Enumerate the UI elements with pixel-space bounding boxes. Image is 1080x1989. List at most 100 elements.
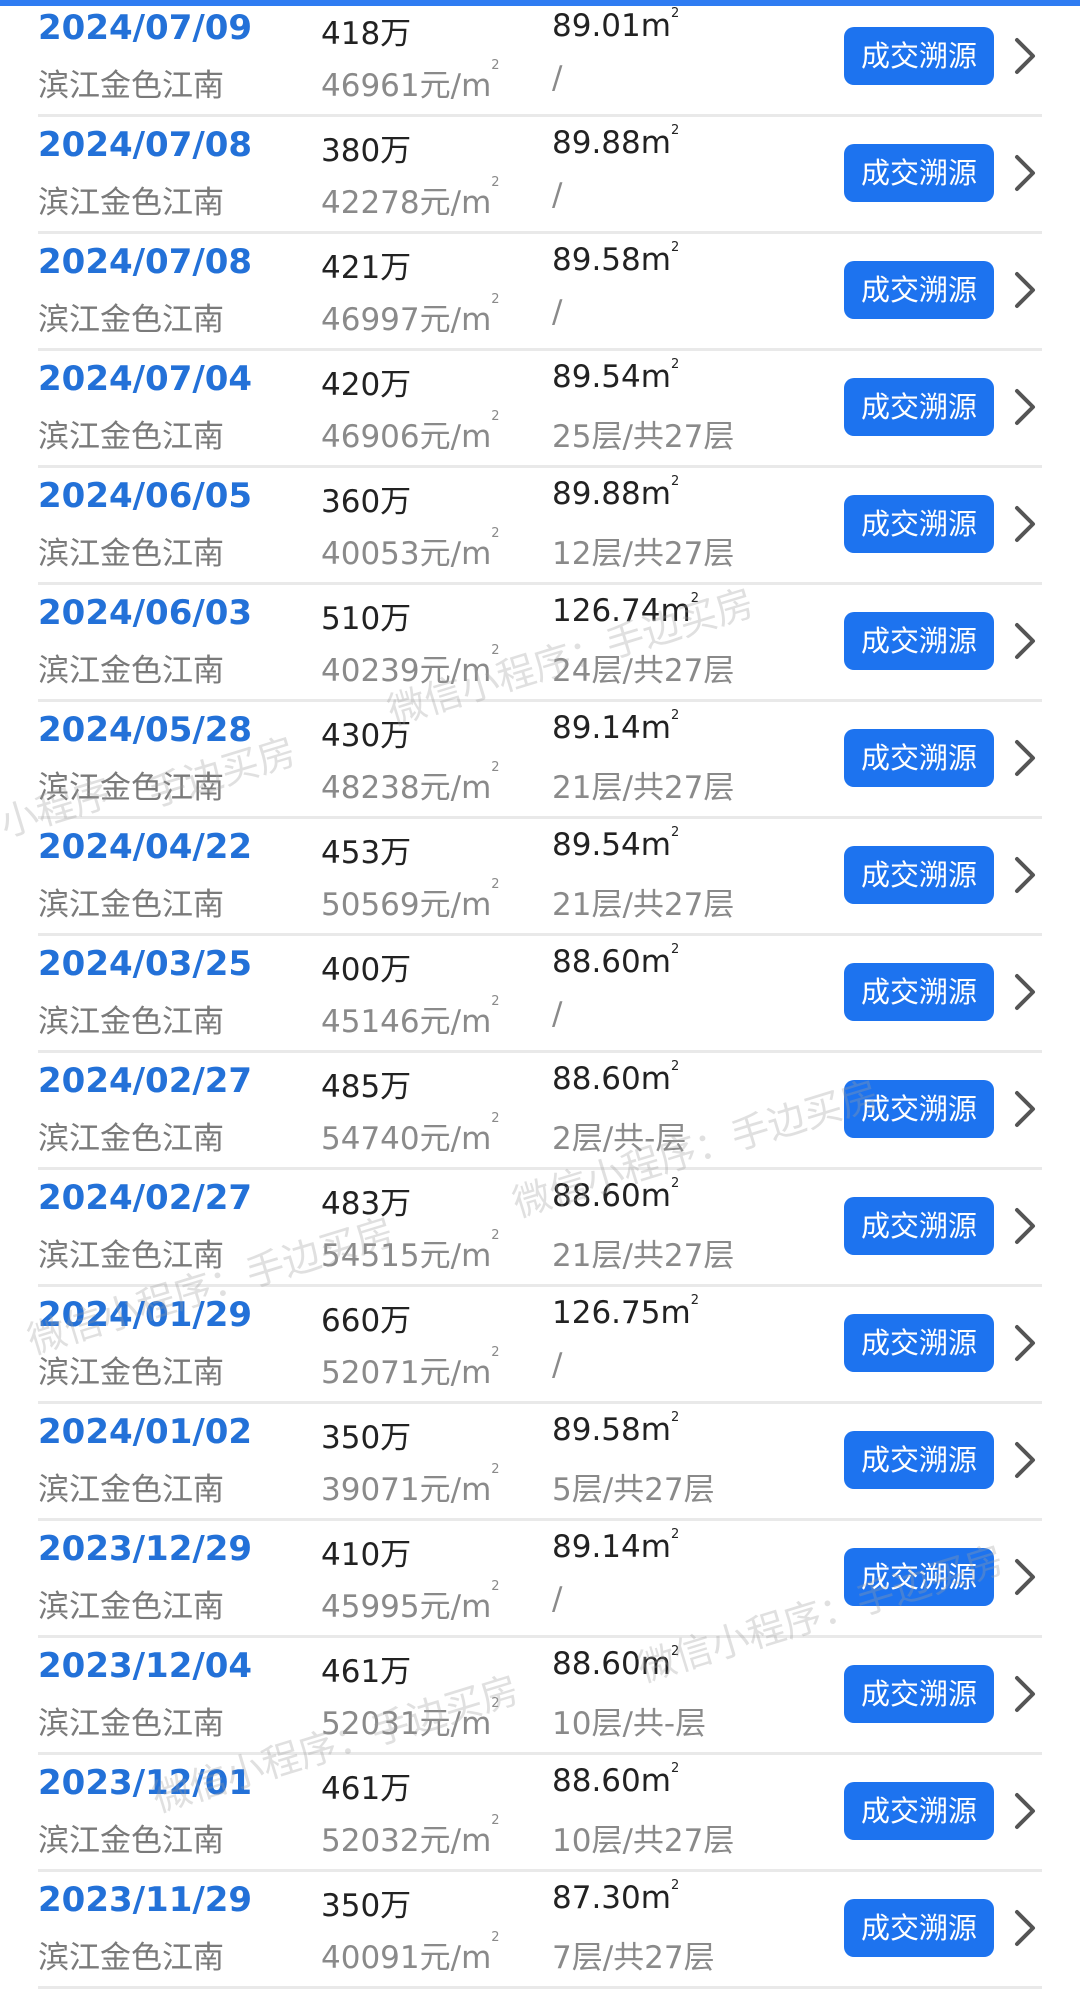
chevron-right-icon[interactable] (1010, 1204, 1040, 1248)
transaction-row[interactable]: 2024/07/08 滨江金色江南 421万 46997元/m2 89.58m2… (38, 234, 1042, 351)
floor-info: 10层/共-层 (552, 1706, 707, 1742)
transaction-row[interactable]: 2024/06/03 滨江金色江南 510万 40239元/m2 126.74m… (38, 585, 1042, 702)
chevron-right-icon[interactable] (1010, 853, 1040, 897)
community-name: 滨江金色江南 (38, 1472, 224, 1508)
floor-info: 25层/共27层 (552, 419, 735, 455)
house-area: 89.88m2 (552, 474, 680, 512)
community-name: 滨江金色江南 (38, 302, 224, 338)
trace-deal-button[interactable]: 成交溯源 (844, 1899, 994, 1957)
chevron-right-icon[interactable] (1010, 1087, 1040, 1131)
unit-price: 40091元/m2 (321, 1930, 500, 1976)
trace-deal-button[interactable]: 成交溯源 (844, 144, 994, 202)
trace-deal-button[interactable]: 成交溯源 (844, 1782, 994, 1840)
transaction-row[interactable]: 2023/12/04 滨江金色江南 461万 52031元/m2 88.60m2… (38, 1638, 1042, 1755)
chevron-right-icon[interactable] (1010, 736, 1040, 780)
chevron-right-icon[interactable] (1010, 619, 1040, 663)
total-price: 420万 (321, 367, 412, 403)
transaction-row[interactable]: 2024/01/29 滨江金色江南 660万 52071元/m2 126.75m… (38, 1287, 1042, 1404)
chevron-right-icon[interactable] (1010, 1789, 1040, 1833)
floor-info: 21层/共27层 (552, 770, 735, 806)
trace-deal-button[interactable]: 成交溯源 (844, 378, 994, 436)
house-area: 88.60m2 (552, 1059, 680, 1097)
floor-info: 2层/共-层 (552, 1121, 687, 1157)
unit-price: 46906元/m2 (321, 409, 500, 455)
unit-price: 45995元/m2 (321, 1579, 500, 1625)
unit-price: 52031元/m2 (321, 1696, 500, 1742)
deal-date: 2024/07/08 (38, 125, 253, 165)
community-name: 滨江金色江南 (38, 1121, 224, 1157)
transaction-row[interactable]: 2024/05/28 滨江金色江南 430万 48238元/m2 89.14m2… (38, 702, 1042, 819)
trace-deal-button[interactable]: 成交溯源 (844, 963, 994, 1021)
total-price: 380万 (321, 133, 412, 169)
trace-deal-button[interactable]: 成交溯源 (844, 1197, 994, 1255)
chevron-right-icon[interactable] (1010, 1321, 1040, 1365)
deal-date: 2024/06/03 (38, 593, 253, 633)
transaction-row[interactable]: 2023/12/29 滨江金色江南 410万 45995元/m2 89.14m2… (38, 1521, 1042, 1638)
chevron-right-icon[interactable] (1010, 1906, 1040, 1950)
trace-deal-button[interactable]: 成交溯源 (844, 261, 994, 319)
transaction-row[interactable]: 2024/07/09 滨江金色江南 418万 46961元/m2 89.01m2… (38, 0, 1042, 117)
trace-deal-button[interactable]: 成交溯源 (844, 1665, 994, 1723)
chevron-right-icon[interactable] (1010, 502, 1040, 546)
unit-price: 46997元/m2 (321, 292, 500, 338)
total-price: 421万 (321, 250, 412, 286)
community-name: 滨江金色江南 (38, 419, 224, 455)
transaction-row[interactable]: 2024/02/27 滨江金色江南 483万 54515元/m2 88.60m2… (38, 1170, 1042, 1287)
floor-info: 5层/共27层 (552, 1472, 715, 1508)
transaction-row[interactable]: 2024/07/08 滨江金色江南 380万 42278元/m2 89.88m2… (38, 117, 1042, 234)
deal-date: 2024/01/02 (38, 1412, 253, 1452)
unit-price: 39071元/m2 (321, 1462, 500, 1508)
chevron-right-icon[interactable] (1010, 151, 1040, 195)
chevron-right-icon[interactable] (1010, 385, 1040, 429)
transaction-row[interactable]: 2024/04/22 滨江金色江南 453万 50569元/m2 89.54m2… (38, 819, 1042, 936)
transaction-row[interactable]: 2024/01/02 滨江金色江南 350万 39071元/m2 89.58m2… (38, 1404, 1042, 1521)
transaction-row[interactable]: 2023/12/01 滨江金色江南 461万 52032元/m2 88.60m2… (38, 1755, 1042, 1872)
total-price: 430万 (321, 718, 412, 754)
house-area: 126.75m2 (552, 1293, 699, 1331)
deal-date: 2024/03/25 (38, 944, 253, 984)
total-price: 660万 (321, 1303, 412, 1339)
chevron-right-icon[interactable] (1010, 268, 1040, 312)
transaction-row[interactable]: 2023/11/29 滨江金色江南 350万 40091元/m2 87.30m2… (38, 1872, 1042, 1989)
house-area: 89.88m2 (552, 123, 680, 161)
chevron-right-icon[interactable] (1010, 34, 1040, 78)
house-area: 87.30m2 (552, 1878, 680, 1916)
community-name: 滨江金色江南 (38, 1589, 224, 1625)
total-price: 453万 (321, 835, 412, 871)
floor-info: / (552, 294, 563, 330)
floor-info: 7层/共27层 (552, 1940, 715, 1976)
house-area: 89.54m2 (552, 825, 680, 863)
deal-date: 2024/02/27 (38, 1061, 253, 1101)
total-price: 461万 (321, 1654, 412, 1690)
trace-deal-button[interactable]: 成交溯源 (844, 846, 994, 904)
community-name: 滨江金色江南 (38, 1355, 224, 1391)
transaction-row[interactable]: 2024/06/05 滨江金色江南 360万 40053元/m2 89.88m2… (38, 468, 1042, 585)
chevron-right-icon[interactable] (1010, 970, 1040, 1014)
deal-date: 2024/07/09 (38, 8, 253, 48)
total-price: 510万 (321, 601, 412, 637)
trace-deal-button[interactable]: 成交溯源 (844, 1080, 994, 1138)
unit-price: 52071元/m2 (321, 1345, 500, 1391)
total-price: 400万 (321, 952, 412, 988)
house-area: 89.58m2 (552, 1410, 680, 1448)
trace-deal-button[interactable]: 成交溯源 (844, 1314, 994, 1372)
transaction-row[interactable]: 2024/07/04 滨江金色江南 420万 46906元/m2 89.54m2… (38, 351, 1042, 468)
floor-info: 21层/共27层 (552, 1238, 735, 1274)
trace-deal-button[interactable]: 成交溯源 (844, 495, 994, 553)
total-price: 350万 (321, 1420, 412, 1456)
deal-date: 2024/02/27 (38, 1178, 253, 1218)
chevron-right-icon[interactable] (1010, 1672, 1040, 1716)
total-price: 360万 (321, 484, 412, 520)
trace-deal-button[interactable]: 成交溯源 (844, 729, 994, 787)
community-name: 滨江金色江南 (38, 770, 224, 806)
trace-deal-button[interactable]: 成交溯源 (844, 1431, 994, 1489)
transaction-row[interactable]: 2024/03/25 滨江金色江南 400万 45146元/m2 88.60m2… (38, 936, 1042, 1053)
trace-deal-button[interactable]: 成交溯源 (844, 1548, 994, 1606)
transaction-row[interactable]: 2024/02/27 滨江金色江南 485万 54740元/m2 88.60m2… (38, 1053, 1042, 1170)
trace-deal-button[interactable]: 成交溯源 (844, 27, 994, 85)
trace-deal-button[interactable]: 成交溯源 (844, 612, 994, 670)
community-name: 滨江金色江南 (38, 185, 224, 221)
house-area: 88.60m2 (552, 942, 680, 980)
chevron-right-icon[interactable] (1010, 1438, 1040, 1482)
chevron-right-icon[interactable] (1010, 1555, 1040, 1599)
